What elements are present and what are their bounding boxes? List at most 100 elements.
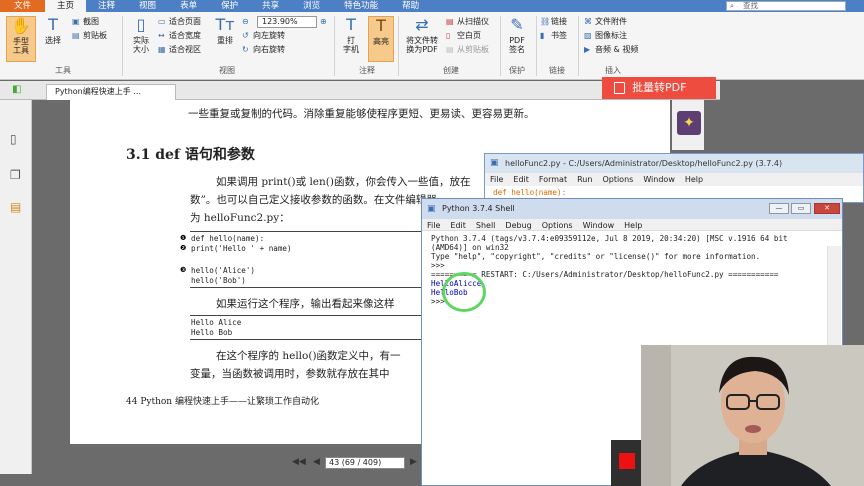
- code-line: def hello(name):: [191, 234, 265, 243]
- convert-to-pdf-button[interactable]: ⇄ 将文件转 换为PDF: [402, 16, 442, 62]
- select-button[interactable]: T 选择: [40, 16, 66, 62]
- editor-menu-window[interactable]: Window: [638, 173, 680, 186]
- fit-view-label: 适合视区: [169, 45, 201, 54]
- reflow-button[interactable]: Tт 重排: [212, 16, 238, 62]
- document-tab[interactable]: Python编程快速上手 ...: [46, 84, 176, 100]
- editor-menu-bar: File Edit Format Run Options Window Help: [485, 173, 863, 186]
- divider: [398, 16, 399, 76]
- audio-video-button[interactable]: ▶ 音频 & 视频: [584, 45, 638, 55]
- zoom-out-button[interactable]: ⊖: [242, 17, 253, 27]
- menu-protect[interactable]: 保护: [209, 0, 250, 12]
- next-page-icon[interactable]: ▶: [410, 457, 417, 467]
- page-number-input[interactable]: 43 (69 / 409): [325, 457, 405, 469]
- from-scanner-button[interactable]: ▤ 从扫描仪: [446, 17, 489, 27]
- output-line: Hello Bob: [191, 328, 233, 337]
- from-clipboard-button[interactable]: ▤ 从剪贴板: [446, 45, 489, 55]
- highlight-button[interactable]: T 高亮: [368, 16, 394, 62]
- screenshot-button[interactable]: ▣ 截图: [72, 17, 99, 27]
- link-label: 链接: [551, 17, 567, 26]
- group-link-label: 链接: [549, 66, 565, 75]
- camera-icon: ▣: [72, 17, 80, 26]
- pdf-sign-button[interactable]: ✎ PDF 签名: [504, 16, 530, 62]
- bookmark-button[interactable]: ▮ 书签: [540, 31, 567, 41]
- editor-menu-run[interactable]: Run: [572, 173, 597, 186]
- pages-panel-icon[interactable]: ❐: [10, 168, 21, 182]
- shell-menu-shell[interactable]: Shell: [471, 219, 501, 230]
- document-icon: [614, 82, 625, 94]
- hand-tool-button[interactable]: ✋ 手型 工具: [6, 16, 36, 62]
- menu-features[interactable]: 特色功能: [332, 0, 390, 12]
- first-page-icon[interactable]: ◀◀: [292, 457, 306, 467]
- fit-width-label: 适合宽度: [169, 31, 201, 40]
- audio-video-label: 音频 & 视频: [595, 45, 639, 54]
- shell-menu-edit[interactable]: Edit: [445, 219, 471, 230]
- link-icon: ⛓: [540, 17, 551, 26]
- shell-menu-options[interactable]: Options: [537, 219, 578, 230]
- paragraph-line: 变量，当函数被调用时，参数就存放在其中: [190, 368, 390, 380]
- link-button[interactable]: ⛓链接: [540, 17, 567, 27]
- shell-menu-debug[interactable]: Debug: [500, 219, 536, 230]
- menu-form[interactable]: 表单: [168, 0, 209, 12]
- editor-menu-edit[interactable]: Edit: [508, 173, 534, 186]
- rotate-right-label: 向右旋转: [253, 45, 285, 54]
- prev-page-icon[interactable]: ◀: [313, 457, 320, 467]
- shell-menu-file[interactable]: File: [422, 219, 445, 230]
- menu-annotate[interactable]: 注释: [86, 0, 127, 12]
- shell-line: Type "help", "copyright", "credits" or "…: [431, 252, 761, 261]
- group-view-label: 视图: [219, 66, 235, 75]
- actual-size-label: 实际 大小: [133, 36, 149, 54]
- blank-page-button[interactable]: ▯ 空白页: [446, 31, 481, 41]
- paragraph-line: 在这个程序的 hello()函数定义中，有一: [216, 350, 401, 362]
- shell-menu-window[interactable]: Window: [578, 219, 620, 230]
- fit-page-icon: ▭: [158, 17, 166, 26]
- editor-menu-options[interactable]: Options: [597, 173, 638, 186]
- editor-code-line[interactable]: def hello(name):: [493, 188, 566, 197]
- bookmark-panel-icon[interactable]: ▯: [10, 132, 17, 146]
- editor-menu-help[interactable]: Help: [680, 173, 708, 186]
- image-annotation-button[interactable]: ▨ 图像标注: [584, 31, 627, 41]
- fit-page-button[interactable]: ▭ 适合页面: [158, 17, 201, 27]
- section-heading: 3.1 def 语句和参数: [126, 147, 255, 163]
- menu-browse[interactable]: 浏览: [291, 0, 332, 12]
- zoom-input[interactable]: 123.90%: [257, 16, 317, 28]
- signature-icon: ✎: [510, 15, 524, 34]
- editor-menu-file[interactable]: File: [485, 173, 508, 186]
- fit-view-button[interactable]: ▦ 适合视区: [158, 45, 201, 55]
- shell-menu-bar: File Edit Shell Debug Options Window Hel…: [422, 219, 842, 231]
- search-input[interactable]: ⌕ 查找: [726, 1, 846, 11]
- blank-page-label: 空白页: [457, 31, 481, 40]
- divider: [578, 16, 579, 76]
- editor-menu-format[interactable]: Format: [534, 173, 572, 186]
- rotate-left-button[interactable]: ↺ 向左旋转: [242, 31, 285, 41]
- idle-editor-window[interactable]: helloFunc2.py - C:/Users/Administrator/D…: [484, 153, 864, 203]
- convert-icon: ⇄: [415, 15, 429, 34]
- file-attachment-button[interactable]: ⌘ 文件附件: [584, 17, 627, 27]
- menu-home[interactable]: 主页: [45, 0, 87, 12]
- menu-share[interactable]: 共享: [250, 0, 291, 12]
- zoom-in-button[interactable]: ⊕: [320, 17, 331, 27]
- rotate-right-icon: ↻: [242, 45, 249, 54]
- presenter-video: [641, 345, 864, 486]
- rotate-right-button[interactable]: ↻ 向右旋转: [242, 45, 285, 55]
- minimize-button[interactable]: —: [769, 203, 789, 214]
- output-rule: [190, 339, 422, 340]
- fit-width-button[interactable]: ↔ 适合宽度: [158, 31, 201, 41]
- menu-file[interactable]: 文件: [0, 0, 46, 12]
- actual-size-button[interactable]: ▯ 实际 大小: [128, 16, 154, 62]
- comments-panel-icon[interactable]: ▤: [10, 200, 21, 214]
- menu-help[interactable]: 帮助: [390, 0, 431, 12]
- menu-view[interactable]: 视图: [127, 0, 168, 12]
- fit-view-icon: ▦: [158, 45, 166, 54]
- clipboard-button[interactable]: ▤ 剪贴板: [72, 31, 107, 41]
- close-button[interactable]: ✕: [814, 203, 840, 214]
- batch-convert-button[interactable]: 批量转PDF: [602, 77, 716, 99]
- maximize-button[interactable]: ▭: [791, 203, 811, 214]
- app-logo-icon: ◧: [12, 84, 22, 95]
- editor-title: helloFunc2.py - C:/Users/Administrator/D…: [485, 154, 863, 173]
- record-stop-button[interactable]: [619, 453, 635, 469]
- document-tab-title: Python编程快速上手 ...: [55, 87, 141, 96]
- tip-bulb-icon[interactable]: ✦: [677, 111, 701, 135]
- divider: [536, 16, 537, 76]
- shell-menu-help[interactable]: Help: [619, 219, 647, 230]
- typewriter-button[interactable]: T 打 字机: [338, 16, 364, 62]
